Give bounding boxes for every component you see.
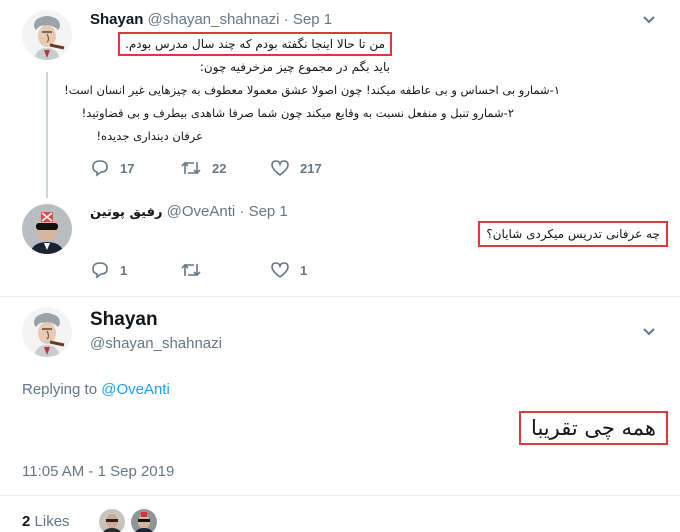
author-name[interactable]: Shayan xyxy=(90,309,158,331)
reply-icon xyxy=(92,262,108,279)
tweet-1[interactable]: Shayan @shayan_shahnazi · Sep 1 من تا حا… xyxy=(0,0,680,198)
caricature-avatar-icon xyxy=(22,10,72,60)
focused-tweet: Shayan @shayan_shahnazi Replying to @Ove… xyxy=(0,297,680,532)
avatar[interactable] xyxy=(22,10,72,60)
tweet-text-line-4: ۲-شمارو تنبل و منفعل نسبت به وقایع میکند… xyxy=(81,106,514,120)
like-icon xyxy=(271,160,289,177)
retweet-button[interactable]: 22 xyxy=(180,158,226,178)
like-count: 1 xyxy=(300,262,308,278)
replying-to-label: Replying to xyxy=(22,381,98,398)
retweet-button[interactable] xyxy=(180,260,212,280)
tweet-date[interactable]: Sep 1 xyxy=(249,203,288,220)
reply-count: 17 xyxy=(120,160,135,176)
tweet-header: رفیق پوتین @OveAnti · Sep 1 xyxy=(90,203,288,220)
tweet-text-line-1: من تا حالا اینجا نگفته بودم که چند سال م… xyxy=(118,32,392,56)
retweet-count: 22 xyxy=(212,160,227,176)
author-handle[interactable]: @shayan_shahnazi xyxy=(90,335,222,352)
author-name[interactable]: رفیق پوتین xyxy=(90,205,162,220)
liker-avatar[interactable] xyxy=(131,509,157,532)
separator-dot: · xyxy=(239,203,245,220)
liker-avatar-icon xyxy=(99,509,125,532)
avatar[interactable] xyxy=(22,204,72,254)
liker-avatar-icon xyxy=(131,509,157,532)
reply-count: 1 xyxy=(120,262,128,278)
tweet-text-line-3: ۱-شمارو بی احساس و بی عاطفه میکند! چون ا… xyxy=(64,83,560,97)
author-name[interactable]: Shayan xyxy=(90,11,143,28)
author-handle[interactable]: @shayan_shahnazi xyxy=(148,11,280,28)
tweet-timestamp[interactable]: 11:05 AM - 1 Sep 2019 xyxy=(22,463,174,480)
reply-icon xyxy=(92,160,108,177)
liker-avatar[interactable] xyxy=(99,509,125,532)
replying-to: Replying to @OveAnti xyxy=(22,381,170,398)
caret-down-icon[interactable] xyxy=(642,15,656,25)
caret-down-icon[interactable] xyxy=(642,327,656,337)
likes-summary[interactable]: 2 Likes xyxy=(22,513,70,530)
tweet-text: همه چی تقریبا xyxy=(519,411,668,445)
caricature-avatar-icon xyxy=(22,307,72,357)
tweet-actions: 17 22 217 xyxy=(90,158,390,180)
author-handle[interactable]: @OveAnti xyxy=(167,203,236,220)
tweet-text-line-5: عرفان دینداری جدیده! xyxy=(96,129,203,143)
like-icon xyxy=(271,262,289,279)
tweet-text: چه عرفانی تدریس میکردی شایان؟ xyxy=(478,221,668,247)
retweet-icon xyxy=(181,161,201,175)
tweet-date[interactable]: Sep 1 xyxy=(293,11,332,28)
like-button[interactable]: 217 xyxy=(270,158,322,178)
like-count: 217 xyxy=(300,160,322,176)
tweet-actions: 1 1 xyxy=(90,260,390,282)
likes-count: 2 xyxy=(22,513,31,530)
tweet-2[interactable]: رفیق پوتین @OveAnti · Sep 1 چه عرفانی تد… xyxy=(0,196,680,296)
reply-button[interactable]: 1 xyxy=(90,260,127,280)
tweet-text-line-2: باید بگم در مجموع چیز مزخرفیه چون: xyxy=(199,60,390,74)
avatar[interactable] xyxy=(22,307,72,357)
separator-dot: · xyxy=(283,11,289,28)
sunglasses-avatar-icon xyxy=(22,204,72,254)
like-button[interactable]: 1 xyxy=(270,260,307,280)
tweet-header: Shayan @shayan_shahnazi · Sep 1 xyxy=(90,11,332,28)
likes-label: Likes xyxy=(34,513,70,530)
thread-line xyxy=(46,72,48,198)
divider xyxy=(0,495,680,496)
retweet-icon xyxy=(181,263,201,277)
replying-to-link[interactable]: @OveAnti xyxy=(101,381,170,398)
reply-button[interactable]: 17 xyxy=(90,158,134,178)
